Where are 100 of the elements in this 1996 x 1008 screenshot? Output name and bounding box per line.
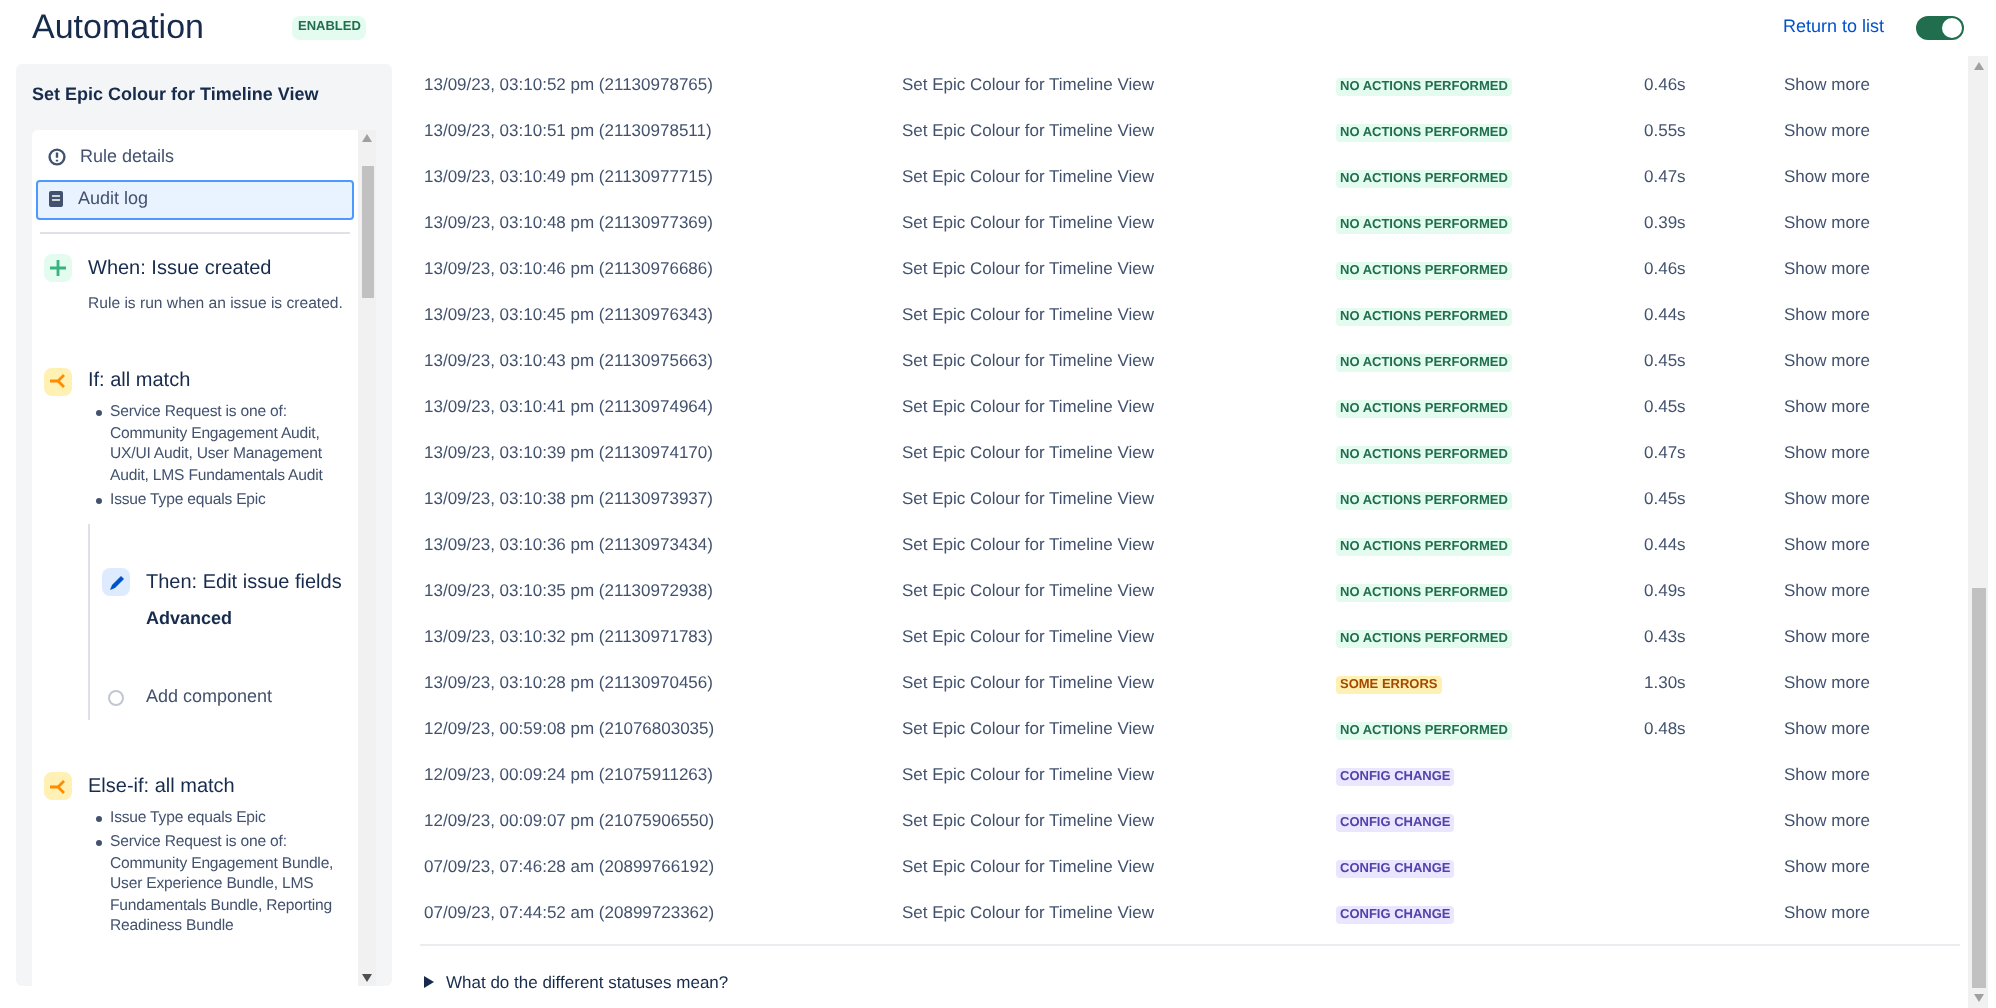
branch-icon [44, 367, 72, 396]
info-icon [48, 148, 66, 166]
branch-icon [44, 772, 72, 801]
duration: 0.49s [1644, 580, 1686, 601]
bullet-icon [96, 815, 102, 822]
rule-name: Set Epic Colour for Timeline View [902, 808, 1156, 834]
show-more-link[interactable]: Show more [1784, 210, 1870, 236]
execution-time: 13/09/23, 03:10:46 pm (21130976686) [422, 256, 715, 282]
show-more-link[interactable]: Show more [1784, 532, 1870, 558]
step-title: When: Issue created [88, 255, 272, 283]
execution-time: 13/09/23, 03:10:52 pm (21130978765) [422, 72, 715, 98]
rule-name: Set Epic Colour for Timeline View [902, 72, 1156, 98]
rule-name: Set Epic Colour for Timeline View [902, 578, 1156, 604]
show-more-link[interactable]: Show more [1784, 256, 1870, 282]
show-more-link[interactable]: Show more [1784, 118, 1870, 144]
execution-time: 13/09/23, 03:10:49 pm (21130977715) [422, 164, 715, 190]
plus-icon [44, 254, 72, 282]
page-title: Automation [32, 6, 204, 51]
step-title: If: all match [88, 368, 191, 397]
execution-time: 13/09/23, 03:10:28 pm (21130970456) [422, 670, 715, 696]
duration: 0.43s [1644, 626, 1686, 647]
sidebar-nav-item[interactable]: Audit log [36, 179, 354, 219]
duration: 0.46s [1644, 258, 1686, 279]
execution-time: 07/09/23, 07:46:28 am (20899766192) [422, 854, 717, 880]
duration: 0.45s [1644, 396, 1686, 417]
duration: 0.45s [1644, 488, 1686, 509]
execution-time: 12/09/23, 00:59:08 pm (21076803035) [422, 716, 717, 742]
show-more-link[interactable]: Show more [1784, 394, 1870, 420]
rule-name: Set Epic Colour for Timeline View [902, 394, 1156, 420]
rule-name: Set Epic Colour for Timeline View [902, 440, 1156, 466]
sidebar-nav-item[interactable]: Rule details [36, 137, 354, 177]
show-more-link[interactable]: Show more [1784, 670, 1870, 696]
show-more-link[interactable]: Show more [1784, 440, 1870, 466]
duration: 0.44s [1644, 304, 1686, 325]
rule-toggle[interactable] [1916, 16, 1964, 40]
rule-name: Set Epic Colour for Timeline View [902, 670, 1156, 696]
execution-time: 13/09/23, 03:10:43 pm (21130975663) [422, 348, 715, 374]
show-more-link[interactable]: Show more [1784, 762, 1870, 788]
show-more-link[interactable]: Show more [1784, 302, 1870, 328]
execution-time: 13/09/23, 03:10:41 pm (21130974964) [422, 394, 715, 420]
rule-name: Set Epic Colour for Timeline View [902, 256, 1156, 282]
rule-name: Set Epic Colour for Timeline View [902, 624, 1156, 650]
rule-name: Set Epic Colour for Timeline View [902, 302, 1156, 328]
scrollbar[interactable] [358, 129, 376, 986]
execution-time: 13/09/23, 03:10:32 pm (21130971783) [422, 624, 715, 650]
execution-time: 13/09/23, 03:10:51 pm (21130978511) [422, 118, 714, 144]
step-title: Else-if: all match [88, 773, 235, 802]
execution-time: 13/09/23, 03:10:35 pm (21130972938) [422, 578, 715, 604]
duration: 0.55s [1644, 120, 1686, 141]
rule-name: Set Epic Colour for Timeline View [902, 210, 1156, 236]
show-more-link[interactable]: Show more [1784, 854, 1870, 880]
bullet-icon [96, 410, 102, 417]
page-scrollbar[interactable] [1968, 56, 1988, 1008]
show-more-link[interactable]: Show more [1784, 164, 1870, 190]
show-more-link[interactable]: Show more [1784, 486, 1870, 512]
step-title: Then: Edit issue fields [146, 569, 342, 598]
document-icon [48, 190, 64, 208]
show-more-link[interactable]: Show more [1784, 808, 1870, 834]
rule-name: Set Epic Colour for Timeline View [902, 118, 1156, 144]
rule-name: Set Epic Colour for Timeline View [902, 900, 1156, 926]
rule-name: Set Epic Colour for Timeline View [902, 532, 1156, 558]
scroll-up-icon[interactable] [1973, 62, 1983, 70]
show-more-link[interactable]: Show more [1784, 72, 1870, 98]
rule-name: Set Epic Colour for Timeline View [902, 348, 1156, 374]
sidebar-title: Set Epic Colour for Timeline View [32, 82, 321, 108]
bullet-icon [96, 840, 102, 847]
duration: 0.47s [1644, 442, 1686, 463]
add-component-link[interactable]: Add component [146, 684, 273, 712]
execution-time: 07/09/23, 07:44:52 am (20899723362) [422, 900, 717, 926]
scroll-down-icon[interactable] [362, 974, 372, 982]
scroll-up-icon[interactable] [362, 133, 372, 141]
rule-name: Set Epic Colour for Timeline View [902, 164, 1156, 190]
duration: 0.45s [1644, 350, 1686, 371]
step-detail: Advanced [146, 605, 235, 632]
duration: 1.30s [1644, 672, 1686, 693]
rule-name: Set Epic Colour for Timeline View [902, 486, 1156, 512]
duration: 0.46s [1644, 74, 1686, 95]
duration: 0.48s [1644, 718, 1686, 739]
duration: 0.39s [1644, 212, 1686, 233]
execution-time: 13/09/23, 03:10:39 pm (21130974170) [422, 440, 715, 466]
execution-time: 12/09/23, 00:09:07 pm (21075906550) [422, 808, 717, 834]
rule-name: Set Epic Colour for Timeline View [902, 854, 1156, 880]
execution-time: 13/09/23, 03:10:36 pm (21130973434) [422, 532, 715, 558]
return-link[interactable]: Return to list [1782, 14, 1884, 42]
rule-name: Set Epic Colour for Timeline View [902, 716, 1156, 742]
duration: 0.44s [1644, 534, 1686, 555]
statuses-expander[interactable]: What do the different statuses mean? [446, 970, 729, 996]
execution-time: 13/09/23, 03:10:38 pm (21130973937) [422, 486, 715, 512]
bullet-icon [96, 498, 102, 505]
show-more-link[interactable]: Show more [1784, 578, 1870, 604]
execution-time: 13/09/23, 03:10:45 pm (21130976343) [422, 302, 715, 328]
execution-time: 12/09/23, 00:09:24 pm (21075911263) [422, 762, 715, 788]
show-more-link[interactable]: Show more [1784, 900, 1870, 926]
execution-time: 13/09/23, 03:10:48 pm (21130977369) [422, 210, 715, 236]
duration: 0.47s [1644, 166, 1686, 187]
show-more-link[interactable]: Show more [1784, 624, 1870, 650]
show-more-link[interactable]: Show more [1784, 348, 1870, 374]
pencil-icon [102, 568, 130, 597]
rule-name: Set Epic Colour for Timeline View [902, 762, 1156, 788]
show-more-link[interactable]: Show more [1784, 716, 1870, 742]
